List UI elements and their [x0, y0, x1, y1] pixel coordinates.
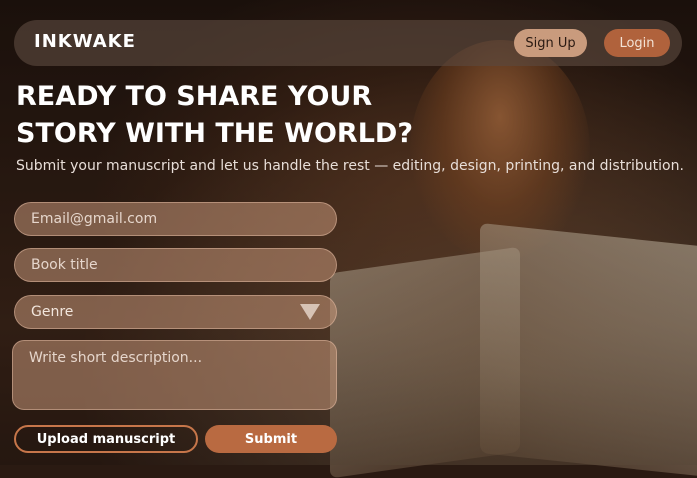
email-field[interactable]: [14, 202, 337, 236]
hero-subtext: Submit your manuscript and let us handle…: [16, 158, 684, 174]
chevron-down-icon: [300, 304, 320, 320]
login-button[interactable]: Login: [604, 29, 670, 57]
page-title: READY TO SHARE YOUR STORY WITH THE WORLD…: [16, 78, 413, 152]
description-field[interactable]: [12, 340, 337, 410]
genre-select[interactable]: Genre: [14, 295, 337, 329]
genre-select-value: Genre: [31, 304, 74, 320]
headline-line-1: READY TO SHARE YOUR: [16, 81, 373, 112]
signup-button[interactable]: Sign Up: [514, 29, 587, 57]
headline-line-2: STORY WITH THE WORLD?: [16, 118, 413, 149]
navbar: INKWAKE Sign Up Login: [14, 20, 682, 66]
upload-manuscript-button[interactable]: Upload manuscript: [14, 425, 198, 453]
book-title-field[interactable]: [14, 248, 337, 282]
submit-button[interactable]: Submit: [205, 425, 337, 453]
brand-logo[interactable]: INKWAKE: [34, 31, 136, 52]
